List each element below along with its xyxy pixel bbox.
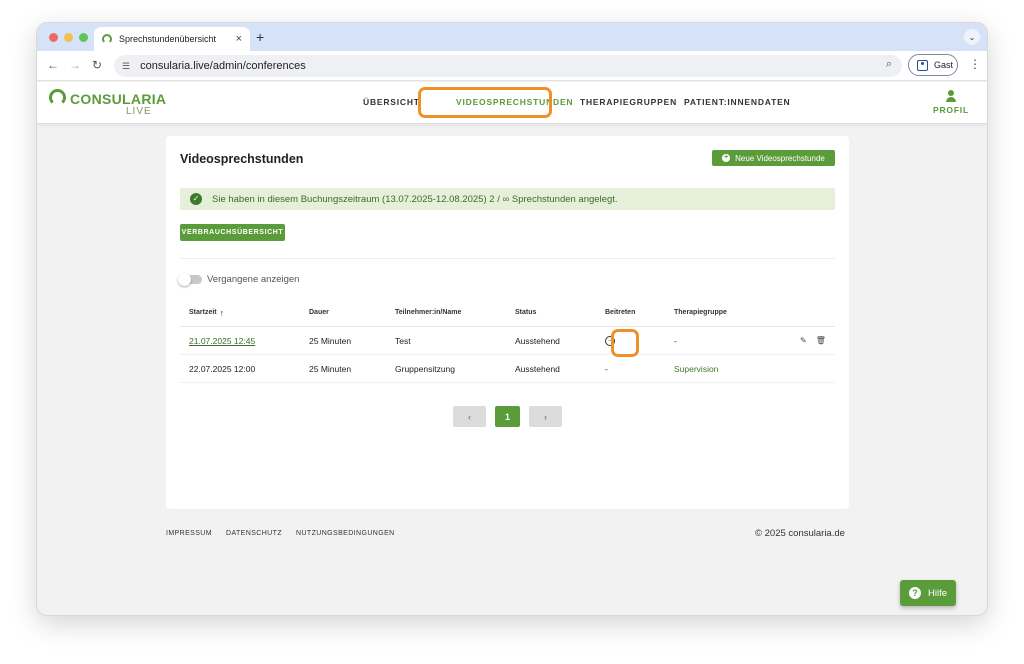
new-conference-label: Neue Videosprechstunde — [735, 153, 825, 163]
minimize-window-button[interactable] — [64, 33, 73, 42]
help-button[interactable]: ? Hilfe — [900, 580, 956, 606]
guest-profile-button[interactable]: Gast — [908, 54, 958, 76]
guest-profile-icon — [917, 59, 928, 71]
join-cell: - — [605, 363, 608, 374]
page-1-button[interactable]: 1 — [495, 406, 520, 427]
sort-arrow-up-icon[interactable]: ↑ — [220, 308, 225, 318]
group-link-supervision[interactable]: Supervision — [674, 364, 718, 374]
forward-arrow-icon[interactable]: → — [68, 58, 82, 72]
header-startzeit-label: Startzeit — [189, 309, 217, 316]
site-settings-icon[interactable]: ☰ — [122, 61, 130, 72]
delete-trash-icon[interactable]: 🗑 — [816, 336, 826, 345]
new-tab-button[interactable]: + — [256, 29, 264, 45]
alert-text: Sie haben in diesem Buchungszeitraum (13… — [212, 193, 618, 205]
app-header: CONSULARIA LIVE ÜBERSICHT VIDEOSPRECHSTU… — [37, 82, 987, 124]
nav-highlight-outline — [418, 87, 552, 118]
footer-link-datenschutz[interactable]: DATENSCHUTZ — [226, 530, 282, 537]
header-therapiegruppe: Therapiegruppe — [674, 309, 727, 316]
browser-menu-kebab-icon[interactable]: ⋮ — [969, 57, 981, 71]
usage-overview-button[interactable]: VERBRAUCHSÜBERSICHT — [180, 224, 285, 241]
footer-links: IMPRESSUM DATENSCHUTZ NUTZUNGSBEDINGUNGE… — [166, 530, 395, 537]
window-controls — [49, 33, 88, 42]
zoom-magnifier-icon[interactable]: ⌕ — [886, 58, 892, 71]
browser-window: Sprechstundenübersicht × + ⌄ ← → ↻ ☰ con… — [37, 23, 987, 615]
table-header-row: Startzeit ↑ Dauer Teilnehmer:in/Name Sta… — [180, 299, 835, 327]
back-arrow-icon[interactable]: ← — [46, 58, 60, 72]
person-icon — [945, 90, 956, 102]
next-page-button[interactable]: › — [529, 406, 562, 427]
join-highlight-outline — [611, 329, 639, 357]
prev-page-button[interactable]: ‹ — [453, 406, 486, 427]
table-row: 22.07.2025 12:00 25 Minuten Gruppensitzu… — [180, 355, 835, 383]
edit-pencil-icon[interactable]: ✎ — [800, 336, 807, 345]
participant-cell: Test — [395, 335, 411, 346]
profile-button[interactable]: PROFIL — [933, 90, 969, 115]
header-teilnehmer: Teilnehmer:in/Name — [395, 309, 462, 316]
status-cell: Ausstehend — [515, 363, 560, 374]
table-row: 21.07.2025 12:45 25 Minuten Test Aussteh… — [180, 327, 835, 357]
footer-link-impressum[interactable]: IMPRESSUM — [166, 530, 212, 537]
status-cell: Ausstehend — [515, 335, 560, 346]
header-startzeit[interactable]: Startzeit ↑ — [189, 299, 224, 326]
start-time-link[interactable]: 21.07.2025 12:45 — [189, 336, 255, 346]
logo-subtext: LIVE — [126, 106, 152, 117]
page-title: Videosprechstunden — [180, 152, 304, 166]
guest-label: Gast — [934, 60, 954, 70]
nav-item-patientinnendaten[interactable]: PATIENT:INNENDATEN — [684, 97, 790, 107]
participant-cell: Gruppensitzung — [395, 363, 456, 374]
show-past-label[interactable]: Vergangene anzeigen — [207, 274, 299, 285]
question-mark-icon: ? — [908, 587, 921, 599]
tab-strip: Sprechstundenübersicht × + ⌄ — [37, 23, 987, 51]
row-actions: ✎ 🗑 — [800, 327, 826, 354]
browser-toolbar: ← → ↻ ☰ consularia.live/admin/conference… — [37, 51, 987, 81]
check-circle-icon: ✓ — [190, 193, 202, 205]
logo-ring-icon — [49, 89, 66, 106]
show-past-toggle[interactable] — [178, 273, 202, 286]
duration-cell: 25 Minuten — [309, 335, 352, 346]
logo-text: CONSULARIA — [70, 91, 167, 107]
header-beitreten: Beitreten — [605, 309, 636, 316]
browser-tab[interactable]: Sprechstundenübersicht × — [94, 27, 250, 51]
header-status: Status — [515, 309, 537, 316]
new-conference-button[interactable]: + Neue Videosprechstunde — [712, 150, 835, 166]
reload-icon[interactable]: ↻ — [90, 58, 104, 72]
toggle-knob[interactable] — [178, 273, 191, 286]
tab-search-chevron-icon[interactable]: ⌄ — [964, 29, 980, 45]
plus-circle-icon: + — [722, 154, 731, 162]
url-text[interactable]: consularia.live/admin/conferences — [140, 60, 306, 72]
nav-item-therapiegruppen[interactable]: THERAPIEGRUPPEN — [580, 97, 684, 107]
conferences-card: Videosprechstunden + Neue Videosprechstu… — [166, 136, 849, 509]
address-bar[interactable]: ☰ consularia.live/admin/conferences ⌕ — [114, 55, 902, 77]
divider — [180, 258, 835, 259]
consularia-favicon-icon — [102, 34, 112, 44]
duration-cell: 25 Minuten — [309, 363, 352, 374]
help-label: Hilfe — [927, 587, 947, 599]
header-dauer: Dauer — [309, 309, 329, 316]
start-time-cell: 22.07.2025 12:00 — [189, 363, 256, 374]
close-window-button[interactable] — [49, 33, 58, 42]
group-cell: - — [674, 335, 677, 346]
tab-close-icon[interactable]: × — [236, 33, 242, 45]
profile-label: PROFIL — [933, 105, 969, 115]
copyright-text: © 2025 consularia.de — [755, 528, 845, 539]
maximize-window-button[interactable] — [79, 33, 88, 42]
booking-info-alert: ✓ Sie haben in diesem Buchungszeitraum (… — [180, 188, 835, 210]
footer-link-nutzungsbedingungen[interactable]: NUTZUNGSBEDINGUNGEN — [296, 530, 395, 537]
pagination: ‹ 1 › — [453, 406, 562, 427]
tab-title: Sprechstundenübersicht — [119, 34, 217, 44]
conferences-table: Startzeit ↑ Dauer Teilnehmer:in/Name Sta… — [180, 299, 835, 383]
